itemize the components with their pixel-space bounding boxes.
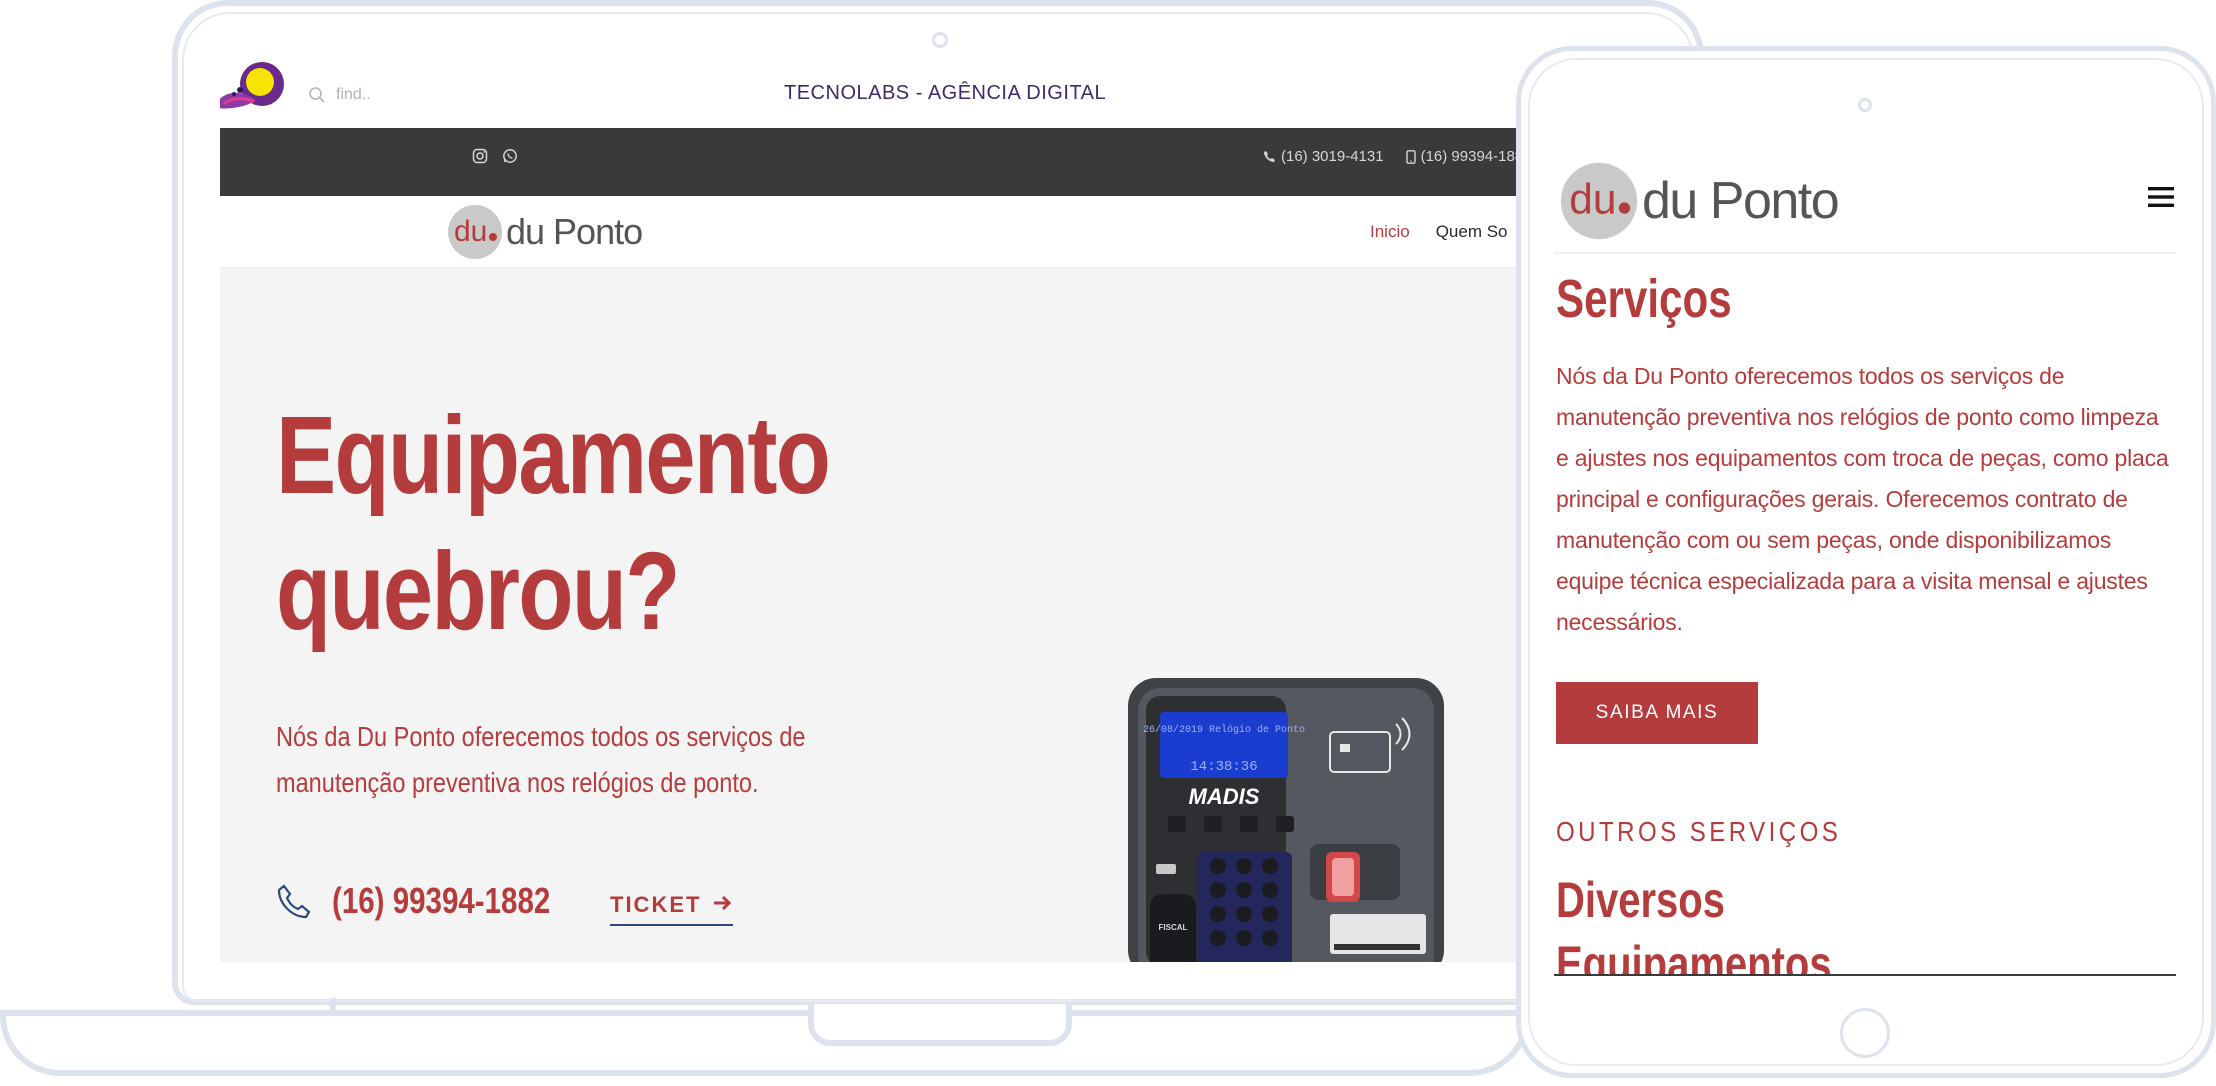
arrow-right-icon <box>714 895 732 911</box>
services-description: Nós da Du Ponto oferecemos todos os serv… <box>1556 363 2169 635</box>
laptop-hinge <box>808 1004 1072 1046</box>
laptop-screen: find.. TECNOLABS - AGÊNCIA DIGITAL (16) … <box>220 58 1516 962</box>
device-fiscal-label: FISCAL <box>1159 923 1188 932</box>
phone-fixed[interactable]: (16) 3019-4131 <box>1263 148 1384 165</box>
phone-mobile-number: (16) 99394-188 <box>1420 148 1516 165</box>
mobile-header: du du Ponto <box>1554 150 2176 254</box>
hero-title-line1: Equipamento <box>276 394 831 517</box>
nav-links: Inicio Quem So <box>1370 222 1508 242</box>
social-links <box>472 148 518 164</box>
instagram-icon[interactable] <box>472 148 488 164</box>
phone-fixed-number: (16) 3019-4131 <box>1281 148 1384 165</box>
phone-icon <box>277 884 311 919</box>
whatsapp-icon[interactable] <box>502 148 518 164</box>
contact-phones: (16) 3019-4131 (16) 99394-188 <box>1263 148 1516 165</box>
device-brand: MADIS <box>1189 784 1260 809</box>
services-title: Serviços <box>1556 269 1732 329</box>
hero-section: Equipamento quebrou? Nós da Du Ponto ofe… <box>220 268 1516 962</box>
phone-home-button <box>1840 1008 1890 1058</box>
hero-title-line2: quebrou? <box>276 530 680 653</box>
hero-phone-number: (16) 99394-1882 <box>332 880 551 921</box>
phone-screen: du du Ponto Serviços Nós da Du Ponto ofe… <box>1554 150 2176 976</box>
laptop-camera <box>932 32 948 48</box>
logo-mark-text: du <box>454 215 487 248</box>
ticket-label: TICKET <box>610 892 702 917</box>
nav-link-quem-somos[interactable]: Quem So <box>1436 222 1508 242</box>
mobile-phone-icon <box>1405 149 1416 164</box>
device-screen-text: 26/08/2019 Relógio de Ponto <box>1143 724 1305 736</box>
time-clock-device-image: 26/08/2019 Relógio de Ponto 14:38:36 MAD… <box>1128 678 1444 962</box>
site-topbar: find.. TECNOLABS - AGÊNCIA DIGITAL <box>220 58 1516 128</box>
ticket-link[interactable]: TICKET <box>610 892 734 926</box>
logo-text: du Ponto <box>506 211 643 252</box>
main-navbar: du du Ponto Inicio Quem So <box>220 196 1516 268</box>
phone-icon <box>1264 151 1275 162</box>
hero-title: Equipamento quebrou? <box>276 388 850 660</box>
laptop-base <box>0 1010 1530 1076</box>
nav-link-inicio[interactable]: Inicio <box>1370 222 1410 242</box>
search-bar[interactable]: find.. <box>308 80 488 110</box>
device-time: 14:38:36 <box>1190 759 1257 775</box>
mobile-duponto-logo[interactable]: du du Ponto <box>1558 158 1840 244</box>
duponto-logo-icon: du <box>1560 162 1638 240</box>
tecnolabs-logo-icon[interactable] <box>220 60 294 120</box>
other-services-kicker: OUTROS SERVIÇOS <box>1556 816 1842 847</box>
phone-camera <box>1858 98 1872 112</box>
hamburger-menu-icon[interactable] <box>2148 184 2174 210</box>
saiba-mais-button[interactable]: SAIBA MAIS <box>1556 682 1758 744</box>
other-services-title: Diversos Equipamentos <box>1556 872 1832 976</box>
logo-mark-text: du <box>1569 176 1616 223</box>
hero-description: Nós da Du Ponto oferecemos todos os serv… <box>276 721 806 798</box>
hero-phone-link[interactable]: (16) 99394-1882 <box>276 880 598 922</box>
search-icon <box>309 87 325 103</box>
duponto-logo-icon: du <box>448 205 502 259</box>
duponto-logo[interactable]: du du Ponto <box>446 202 643 262</box>
contact-infobar: (16) 3019-4131 (16) 99394-188 <box>220 128 1516 196</box>
phone-mobile[interactable]: (16) 99394-188 <box>1405 148 1516 165</box>
search-input[interactable]: find.. <box>336 86 371 104</box>
logo-text: du Ponto <box>1642 172 1840 230</box>
agency-title: TECNOLABS - AGÊNCIA DIGITAL <box>784 82 1107 104</box>
